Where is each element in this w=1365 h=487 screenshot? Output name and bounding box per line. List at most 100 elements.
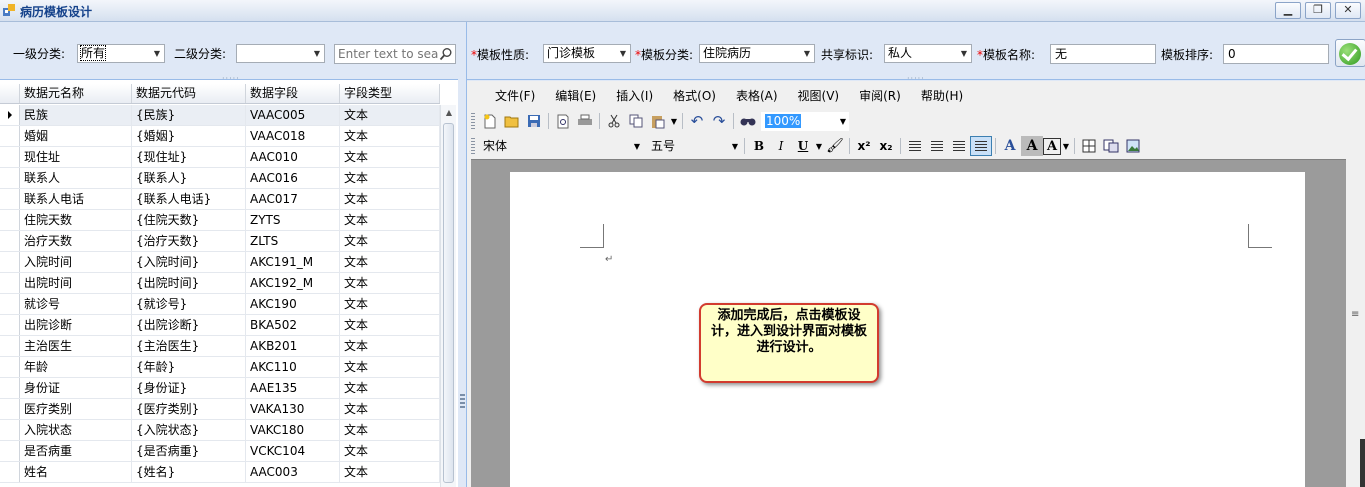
table-row[interactable]: 住院天数 {住院天数} ZYTS 文本 xyxy=(0,210,440,231)
table-cell[interactable]: {年龄} xyxy=(132,357,246,377)
table-row[interactable]: 出院诊断 {出院诊断} BKA502 文本 xyxy=(0,315,440,336)
row-header[interactable] xyxy=(0,189,20,209)
menu-edit[interactable]: 编辑(E) xyxy=(545,85,606,107)
paste-icon[interactable] xyxy=(647,111,669,131)
table-row[interactable]: 联系人 {联系人} AAC016 文本 xyxy=(0,168,440,189)
table-cell[interactable]: {联系人电话} xyxy=(132,189,246,209)
level1-combo[interactable]: 所有 ▼ xyxy=(77,44,165,63)
table-cell[interactable]: 主治医生 xyxy=(20,336,132,356)
search-box[interactable] xyxy=(334,44,456,64)
table-cell[interactable]: 文本 xyxy=(340,315,440,335)
table-cell[interactable]: 入院时间 xyxy=(20,252,132,272)
chevron-down-icon[interactable]: ▼ xyxy=(150,45,164,62)
row-header[interactable] xyxy=(0,168,20,188)
table-cell[interactable]: 文本 xyxy=(340,273,440,293)
table-row[interactable]: 入院状态 {入院状态} VAKC180 文本 xyxy=(0,420,440,441)
table-row[interactable]: 主治医生 {主治医生} AKB201 文本 xyxy=(0,336,440,357)
table-cell[interactable]: 文本 xyxy=(340,105,440,125)
confirm-button[interactable] xyxy=(1335,39,1365,67)
table-cell[interactable]: 民族 xyxy=(20,105,132,125)
row-header[interactable] xyxy=(0,126,20,146)
table-cell[interactable]: ZYTS xyxy=(246,210,340,230)
table-row[interactable]: 治疗天数 {治疗天数} ZLTS 文本 xyxy=(0,231,440,252)
table-cell[interactable]: 文本 xyxy=(340,147,440,167)
table-cell[interactable]: {婚姻} xyxy=(132,126,246,146)
table-cell[interactable]: 年龄 xyxy=(20,357,132,377)
table-cell[interactable]: AKC191_M xyxy=(246,252,340,272)
align-right-icon[interactable] xyxy=(948,136,970,156)
table-row[interactable]: 联系人电话 {联系人电话} AAC017 文本 xyxy=(0,189,440,210)
column-header[interactable]: 字段类型 xyxy=(340,84,440,103)
font-color-icon[interactable]: A xyxy=(999,136,1021,156)
column-header[interactable]: 数据字段 xyxy=(246,84,340,103)
table-cell[interactable]: {是否病重} xyxy=(132,441,246,461)
format-painter-icon[interactable]: 🖌 xyxy=(824,136,846,156)
find-icon[interactable] xyxy=(737,111,759,131)
close-button[interactable]: ✕ xyxy=(1335,2,1361,19)
table-cell[interactable]: 入院状态 xyxy=(20,420,132,440)
table-cell[interactable]: AAC010 xyxy=(246,147,340,167)
underline-dropdown-icon[interactable]: ▼ xyxy=(814,136,824,156)
row-header[interactable] xyxy=(0,399,20,419)
scroll-thumb[interactable] xyxy=(1360,439,1365,487)
table-row[interactable]: 就诊号 {就诊号} AKC190 文本 xyxy=(0,294,440,315)
table-cell[interactable]: 治疗天数 xyxy=(20,231,132,251)
column-header[interactable]: 数据元代码 xyxy=(132,84,246,103)
table-cell[interactable]: 姓名 xyxy=(20,462,132,482)
align-center-icon[interactable] xyxy=(926,136,948,156)
table-cell[interactable]: {出院诊断} xyxy=(132,315,246,335)
table-cell[interactable]: {民族} xyxy=(132,105,246,125)
chevron-down-icon[interactable]: ▼ xyxy=(800,45,814,62)
menu-table[interactable]: 表格(A) xyxy=(726,85,788,107)
table-cell[interactable]: 文本 xyxy=(340,189,440,209)
row-header[interactable] xyxy=(0,252,20,272)
toolbar-grip-icon[interactable] xyxy=(471,138,475,154)
table-row[interactable]: 婚姻 {婚姻} VAAC018 文本 xyxy=(0,126,440,147)
table-cell[interactable]: 文本 xyxy=(340,441,440,461)
document-page[interactable]: ↵ xyxy=(510,172,1305,487)
table-cell[interactable]: AKC192_M xyxy=(246,273,340,293)
row-header[interactable] xyxy=(0,441,20,461)
table-cell[interactable]: {姓名} xyxy=(132,462,246,482)
save-icon[interactable] xyxy=(523,111,545,131)
table-cell[interactable]: AAC003 xyxy=(246,462,340,482)
table-cell[interactable]: 文本 xyxy=(340,294,440,314)
table-cell[interactable]: BKA502 xyxy=(246,315,340,335)
table-cell[interactable]: 文本 xyxy=(340,210,440,230)
row-header[interactable] xyxy=(0,315,20,335)
font-size-combo[interactable]: 五号 ▼ xyxy=(647,137,741,156)
table-cell[interactable]: ZLTS xyxy=(246,231,340,251)
redo-icon[interactable]: ↷ xyxy=(708,111,730,131)
level2-combo[interactable]: ▼ xyxy=(236,44,325,63)
share-combo[interactable]: 私人 ▼ xyxy=(884,44,972,63)
table-cell[interactable]: VCKC104 xyxy=(246,441,340,461)
undo-icon[interactable]: ↶ xyxy=(686,111,708,131)
table-cell[interactable]: 文本 xyxy=(340,126,440,146)
menu-insert[interactable]: 插入(I) xyxy=(606,85,663,107)
scroll-up-icon[interactable]: ▲ xyxy=(441,105,457,121)
table-cell[interactable]: 医疗类别 xyxy=(20,399,132,419)
table-cell[interactable]: 文本 xyxy=(340,420,440,440)
grid-scrollbar[interactable]: ▲ xyxy=(440,105,456,487)
chevron-down-icon[interactable]: ▼ xyxy=(310,45,324,62)
cut-icon[interactable] xyxy=(603,111,625,131)
table-cell[interactable]: {主治医生} xyxy=(132,336,246,356)
table-cell[interactable]: VAAC005 xyxy=(246,105,340,125)
menu-help[interactable]: 帮助(H) xyxy=(911,85,973,107)
table-cell[interactable]: {现住址} xyxy=(132,147,246,167)
align-left-icon[interactable] xyxy=(904,136,926,156)
table-row[interactable]: 现住址 {现住址} AAC010 文本 xyxy=(0,147,440,168)
table-cell[interactable]: 身份证 xyxy=(20,378,132,398)
template-order-field[interactable]: 0 xyxy=(1223,44,1329,64)
row-header[interactable] xyxy=(0,462,20,482)
row-header[interactable] xyxy=(0,273,20,293)
vertical-splitter[interactable] xyxy=(459,22,466,487)
table-cell[interactable]: {医疗类别} xyxy=(132,399,246,419)
char-border-dropdown-icon[interactable]: ▼ xyxy=(1061,136,1071,156)
table-cell[interactable]: 联系人 xyxy=(20,168,132,188)
align-justify-icon[interactable] xyxy=(970,136,992,156)
table-cell[interactable]: 文本 xyxy=(340,168,440,188)
row-header[interactable] xyxy=(0,378,20,398)
category-combo[interactable]: 住院病历 ▼ xyxy=(699,44,815,63)
table-cell[interactable]: {入院时间} xyxy=(132,252,246,272)
